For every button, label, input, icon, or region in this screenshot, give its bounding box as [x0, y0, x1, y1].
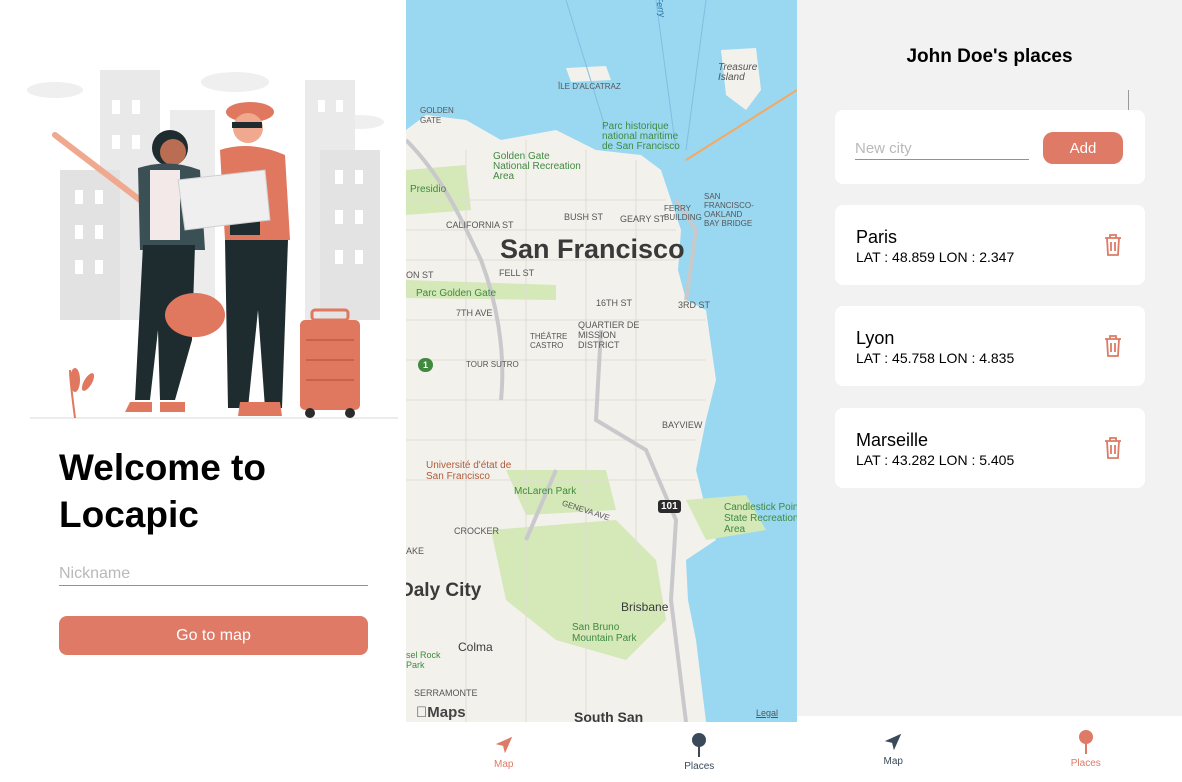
- map-label-bay-bridge: SAN FRANCISCO-OAKLAND BAY BRIDGE: [704, 192, 754, 228]
- map-label-presidio: Presidio: [410, 184, 447, 195]
- map-label-colma: Colma: [458, 640, 493, 654]
- map-label-parc-golden-gate: Parc Golden Gate: [416, 288, 497, 299]
- map-label-7th-ave: 7TH AVE: [456, 308, 493, 318]
- map-label-sel-rock: sel Rock: [406, 650, 441, 660]
- map-view[interactable]: [406, 0, 797, 722]
- highway-1-shield: 1: [418, 358, 434, 372]
- map-label-treasure-island: Treasure Island: [718, 62, 758, 83]
- map-label-theatre: THÉÂTRE CASTRO: [530, 332, 568, 350]
- navigation-arrow-icon: [885, 733, 902, 751]
- place-coords: LAT : 43.282 LON : 5.405: [856, 452, 1015, 468]
- tab-bar: Map Places: [797, 716, 1182, 782]
- map-label-lake: AKE: [406, 546, 425, 556]
- places-title: John Doe's places: [906, 46, 1073, 67]
- trash-icon[interactable]: [1103, 436, 1123, 460]
- place-name: Lyon: [856, 328, 895, 348]
- apple-maps-logo: Maps: [416, 704, 466, 721]
- place-card: Marseille LAT : 43.282 LON : 5.405: [835, 408, 1145, 488]
- apple-icon: : [416, 704, 427, 721]
- tab-map-label: Map: [883, 756, 903, 767]
- place-coords: LAT : 48.859 LON : 2.347: [856, 249, 1015, 265]
- navigation-arrow-icon: [495, 736, 512, 754]
- welcome-title: Welcome to Locapic: [59, 447, 266, 535]
- trash-icon[interactable]: [1103, 334, 1123, 358]
- map-label-parc-historique: Parc historique national maritime de San…: [602, 121, 680, 152]
- trash-icon[interactable]: [1103, 233, 1123, 257]
- map-label-san-francisco: San Francisco: [500, 234, 685, 264]
- map-label-golden-gate: Golden Gate National Recreation Area: [493, 151, 581, 182]
- map-label-fell-st: FELL ST: [499, 268, 535, 278]
- tab-places[interactable]: Places: [990, 716, 1182, 782]
- map-label-sel-park: Park: [406, 660, 425, 670]
- tab-places[interactable]: Places: [602, 722, 798, 782]
- map-label-san-bruno: San Bruno Mountain Park: [572, 622, 637, 644]
- tab-map[interactable]: Map: [797, 716, 990, 782]
- tab-places-label: Places: [1070, 758, 1101, 769]
- map-pin-icon: [1078, 730, 1093, 754]
- map-label-alcatraz: ÎLE D'ALCATRAZ: [558, 82, 621, 91]
- new-city-input[interactable]: [855, 138, 1029, 160]
- tab-map[interactable]: Map: [406, 722, 602, 782]
- place-name: Paris: [856, 227, 898, 247]
- map-label-mission-district: QUARTIER DE MISSION DISTRICT: [578, 320, 640, 350]
- welcome-screen: Welcome to Locapic Go to map: [0, 0, 406, 782]
- map-label-gate: GATE: [420, 116, 442, 125]
- map-label-bayview: BAYVIEW: [662, 420, 703, 430]
- map-pin-icon: [692, 733, 707, 757]
- map-label-crocker: CROCKER: [454, 526, 500, 536]
- map-label-universite: Université d'état de San Francisco: [426, 460, 512, 482]
- tab-map-label: Map: [494, 759, 514, 770]
- place-card: Paris LAT : 48.859 LON : 2.347: [835, 205, 1145, 285]
- add-city-button[interactable]: Add: [1043, 132, 1123, 164]
- legal-link[interactable]: Legal: [756, 708, 778, 718]
- go-to-map-button[interactable]: Go to map: [59, 616, 368, 655]
- map-screen: San Francisco Golden Gate National Recre…: [406, 0, 797, 782]
- map-label-fulton: ON ST: [406, 270, 434, 280]
- map-label-bush-st: BUSH ST: [564, 212, 604, 222]
- nickname-input[interactable]: [59, 562, 368, 586]
- place-coords: LAT : 45.758 LON : 4.835: [856, 350, 1015, 366]
- tab-places-label: Places: [684, 761, 715, 772]
- add-city-card: Add: [835, 110, 1145, 184]
- travelers-illustration: [27, 70, 398, 419]
- map-label-serramonte: SERRAMONTE: [414, 688, 478, 698]
- map-label-mclaren-park: McLaren Park: [514, 486, 577, 497]
- map-label-3rd-st: 3RD ST: [678, 300, 711, 310]
- map-label-brisbane: Brisbane: [621, 600, 669, 614]
- map-label-16th-st: 16TH ST: [596, 298, 633, 308]
- map-label-daly-city: Daly City: [406, 580, 482, 601]
- map-label-golden: GOLDEN: [420, 106, 454, 115]
- highway-101-shield: 101: [658, 500, 681, 513]
- tab-bar: Map Places: [406, 722, 797, 782]
- place-card: Lyon LAT : 45.758 LON : 4.835: [835, 306, 1145, 386]
- map-label-geary-st: GEARY ST: [620, 214, 666, 224]
- places-screen: John Doe's places Add Paris LAT : 48.859…: [797, 0, 1182, 782]
- place-name: Marseille: [856, 430, 929, 450]
- map-label-california-st: CALIFORNIA ST: [446, 220, 514, 230]
- map-label-tour-sutro: TOUR SUTRO: [466, 360, 519, 369]
- map-label-candlestick: Candlestick Point State Recreation Area: [724, 502, 797, 535]
- map-label-ferry-building: FERRY BUILDING: [664, 204, 702, 222]
